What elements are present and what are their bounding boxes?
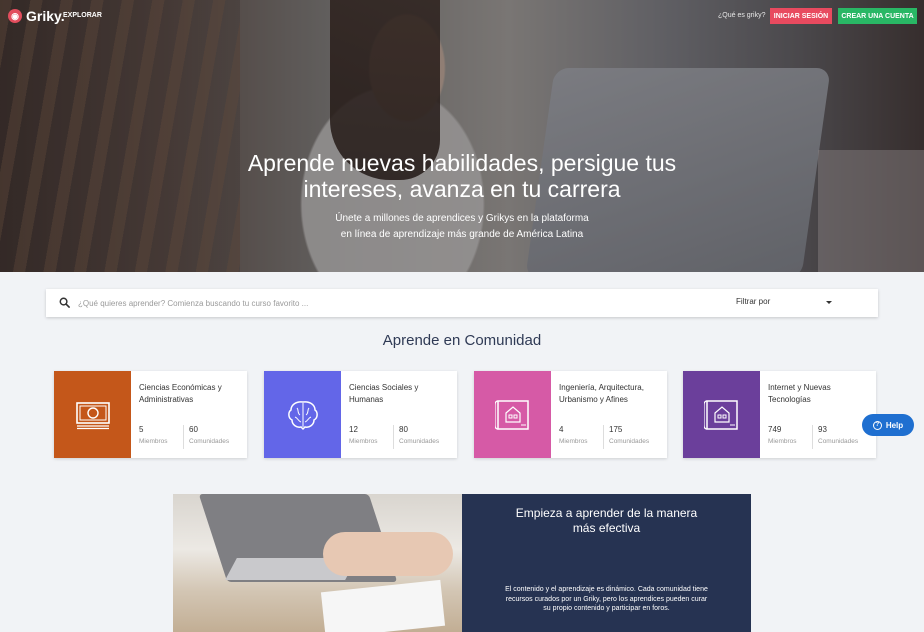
divider <box>393 425 394 449</box>
card-tile <box>474 371 551 458</box>
money-icon <box>75 401 110 429</box>
logo-icon: ◉ <box>8 9 22 23</box>
communities-label: Comunidades <box>609 438 650 445</box>
members-label: Miembros <box>768 438 797 445</box>
community-section-title: Aprende en Comunidad <box>382 332 542 349</box>
signup-button[interactable]: CREAR UNA CUENTA <box>838 8 917 24</box>
card-tile <box>683 371 760 458</box>
members-label: Miembros <box>139 438 168 445</box>
communities-label: Comunidades <box>189 438 230 445</box>
logo-text: Griky. <box>26 8 65 24</box>
card-title: Internet y Nuevas Tecnologías <box>768 383 831 404</box>
hero-subtitle-line1: Únete a millones de aprendices y Grikys … <box>335 213 589 224</box>
members-label: Miembros <box>349 438 378 445</box>
what-is-griky-link[interactable]: ¿Qué es griky? <box>718 12 765 19</box>
feature-title-line1: Empieza a aprender de la manera <box>515 506 698 520</box>
members-count: 12 <box>349 425 358 434</box>
search-icon[interactable] <box>59 297 70 308</box>
hero-title-line1: Aprende nuevas habilidades, persigue tus <box>247 150 677 176</box>
communities-count: 175 <box>609 425 623 434</box>
divider <box>812 425 813 449</box>
brain-icon <box>287 400 318 430</box>
blueprint-icon <box>494 399 529 430</box>
card-tile <box>264 371 341 458</box>
hero-title-line2: intereses, avanza en tu carrera <box>303 176 621 202</box>
blueprint-icon <box>703 399 738 430</box>
feature-image <box>173 494 462 632</box>
members-count: 749 <box>768 425 782 434</box>
help-icon: ? <box>872 420 882 430</box>
logo[interactable]: ◉ Griky. <box>8 8 65 24</box>
members-count: 5 <box>139 425 144 434</box>
hero-banner: ◉ Griky. EXPLORAR ¿Qué es griky? INICIAR… <box>0 0 924 272</box>
feature-text: El contenido y el aprendizaje es dinámic… <box>505 586 708 612</box>
feature-hand-image <box>323 532 453 576</box>
help-label: Help <box>885 420 904 430</box>
filter-dropdown-label[interactable]: Filtrar por <box>736 297 770 306</box>
nav-explore-link[interactable]: EXPLORAR <box>63 12 102 19</box>
help-button[interactable]: ? Help <box>862 414 914 436</box>
feature-title-line2: más efectiva <box>572 521 641 535</box>
hero-subtitle: Únete a millones de aprendices y Grikys … <box>300 211 624 243</box>
feature-paper-image <box>320 579 446 632</box>
card-tile <box>54 371 131 458</box>
feature-title: Empieza a aprender de la manera más efec… <box>492 506 721 536</box>
divider <box>183 425 184 449</box>
card-title: Ingeniería, Arquitectura, Urbanismo y Af… <box>559 383 644 404</box>
card-title: Ciencias Sociales y Humanas <box>349 383 419 404</box>
communities-count: 60 <box>189 425 198 434</box>
card-title: Ciencias Económicas y Administrativas <box>139 383 222 404</box>
communities-count: 93 <box>818 425 827 434</box>
feature-panel: Empieza a aprender de la manera más efec… <box>462 494 751 632</box>
chevron-down-icon[interactable] <box>826 301 832 304</box>
members-count: 4 <box>559 425 564 434</box>
community-card-economics[interactable]: Ciencias Económicas y Administrativas 5 … <box>54 371 247 458</box>
search-input[interactable] <box>78 294 698 312</box>
members-label: Miembros <box>559 438 588 445</box>
login-button[interactable]: INICIAR SESIÓN <box>770 8 832 24</box>
hero-title: Aprende nuevas habilidades, persigue tus… <box>200 150 724 202</box>
community-card-engineering[interactable]: Ingeniería, Arquitectura, Urbanismo y Af… <box>474 371 667 458</box>
search-bar: Filtrar por <box>46 289 878 317</box>
divider <box>603 425 604 449</box>
community-card-social-sciences[interactable]: Ciencias Sociales y Humanas 12 Miembros … <box>264 371 457 458</box>
community-card-internet[interactable]: Internet y Nuevas Tecnologías 749 Miembr… <box>683 371 876 458</box>
communities-label: Comunidades <box>399 438 440 445</box>
hero-subtitle-line2: en línea de aprendizaje más grande de Am… <box>340 229 584 240</box>
communities-count: 80 <box>399 425 408 434</box>
communities-label: Comunidades <box>818 438 859 445</box>
